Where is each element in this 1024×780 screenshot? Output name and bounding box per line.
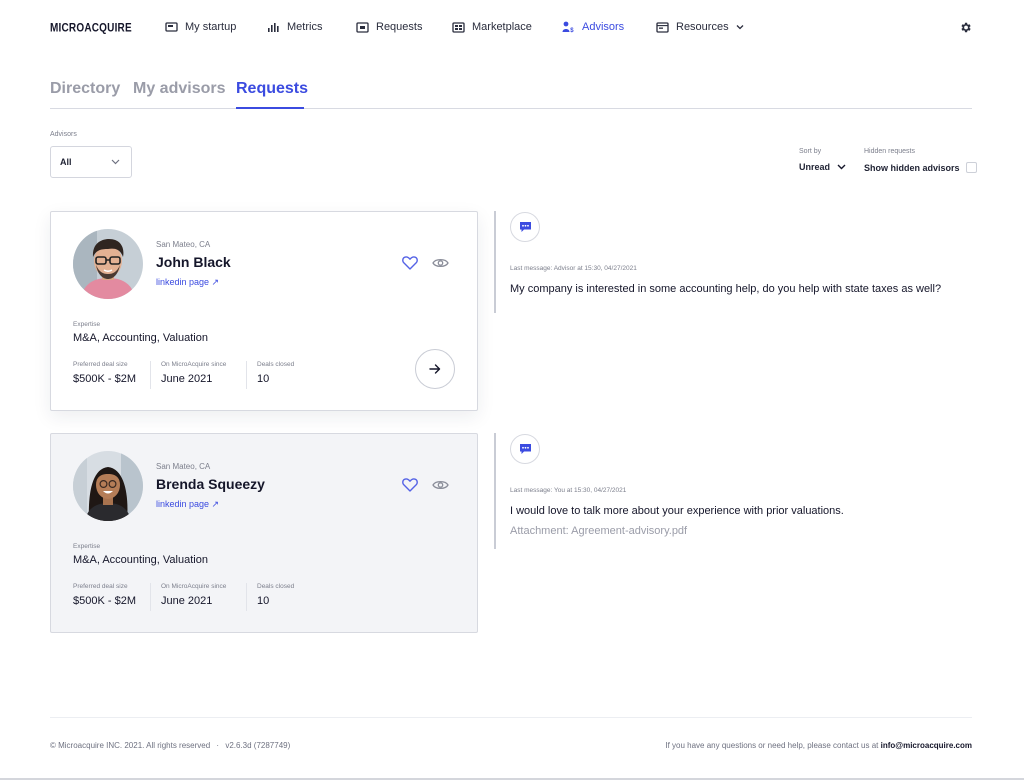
hidden-requests-label: Hidden requests <box>864 148 915 155</box>
advisor-location: San Mateo, CA <box>156 240 211 249</box>
eye-icon[interactable] <box>432 479 449 491</box>
advisors-filter-label: Advisors <box>50 131 77 138</box>
tab-directory[interactable]: Directory <box>50 80 120 98</box>
nav-label: Marketplace <box>472 21 532 33</box>
stat-value: $500K - $2M <box>73 595 136 607</box>
nav-label: Metrics <box>287 21 323 33</box>
advisor-card[interactable]: San Mateo, CA Brenda Squeezy linkedin pa… <box>50 433 478 633</box>
last-message-meta: Last message: You at 15:30, 04/27/2021 <box>510 487 627 494</box>
stat-value: June 2021 <box>161 595 213 607</box>
stat-member-since: On MicroAcquire since June 2021 <box>150 361 226 389</box>
grid-icon <box>452 21 465 33</box>
advisor-tabs: Directory My advisors Requests <box>50 76 972 109</box>
tab-requests[interactable]: Requests <box>236 80 308 98</box>
nav-marketplace[interactable]: Marketplace <box>452 21 532 33</box>
stat-value: 10 <box>257 595 270 607</box>
message-divider <box>494 433 496 549</box>
last-message-text: I would love to talk more about your exp… <box>510 505 844 517</box>
attachment-link[interactable]: Attachment: Agreement-advisory.pdf <box>510 525 687 537</box>
nav-my-startup[interactable]: My startup <box>165 21 236 33</box>
nav-advisors[interactable]: $ Advisors <box>562 21 624 33</box>
stat-member-since: On MicroAcquire since June 2021 <box>150 583 226 611</box>
stat-deals-closed: Deals closed 10 <box>246 361 294 389</box>
expertise-value: M&A, Accounting, Valuation <box>73 554 208 566</box>
expertise-label: Expertise <box>73 543 101 550</box>
gear-icon[interactable] <box>959 21 972 34</box>
show-hidden-label: Show hidden advisors <box>864 162 960 173</box>
message-divider <box>494 211 496 313</box>
logo[interactable]: MICROACQUIRE <box>50 22 132 35</box>
stat-label: On MicroAcquire since <box>161 361 227 368</box>
stat-label: Preferred deal size <box>73 583 128 590</box>
support-email-link[interactable]: info@microacquire.com <box>881 741 972 750</box>
advisor-name: John Black <box>156 254 231 270</box>
show-hidden-checkbox[interactable] <box>965 162 977 173</box>
linkedin-link[interactable]: linkedin page ↗ <box>156 499 219 510</box>
stat-deal-size: Preferred deal size $500K - $2M <box>73 583 136 611</box>
nav-requests[interactable]: Requests <box>356 21 422 33</box>
stat-value: $500K - $2M <box>73 373 136 385</box>
svg-text:$: $ <box>570 28 574 33</box>
nav-label: Advisors <box>582 21 625 33</box>
footer-help: If you have any questions or need help, … <box>665 741 972 750</box>
stat-value: June 2021 <box>161 373 213 385</box>
open-conversation-button[interactable] <box>415 349 455 389</box>
help-text: If you have any questions or need help, … <box>665 741 879 750</box>
stat-label: On MicroAcquire since <box>161 583 227 590</box>
stat-deals-closed: Deals closed 10 <box>246 583 294 611</box>
chat-button[interactable] <box>510 212 540 242</box>
inbox-icon <box>356 21 369 33</box>
tab-my-advisors[interactable]: My advisors <box>133 80 225 98</box>
advisor-name: Brenda Squeezy <box>156 476 265 492</box>
footer-separator: · <box>216 741 220 750</box>
expertise-label: Expertise <box>73 321 101 328</box>
browser-icon <box>656 21 669 33</box>
advisor-card[interactable]: San Mateo, CA John Black linkedin page ↗… <box>50 211 478 411</box>
nav-metrics[interactable]: Metrics <box>268 21 322 33</box>
sort-dropdown[interactable]: Unread <box>799 162 846 172</box>
advisor-dollar-icon: $ <box>562 21 574 33</box>
stat-label: Deals closed <box>257 583 295 590</box>
heart-icon[interactable] <box>402 256 418 270</box>
chat-bubble-icon <box>519 444 531 454</box>
chevron-down-icon <box>111 159 120 165</box>
bars-icon <box>268 23 279 32</box>
avatar <box>73 229 143 299</box>
linkedin-link[interactable]: linkedin page ↗ <box>156 277 219 288</box>
stat-deal-size: Preferred deal size $500K - $2M <box>73 361 136 389</box>
chat-bubble-icon <box>519 222 531 232</box>
heart-icon[interactable] <box>402 478 418 492</box>
arrow-right-icon <box>429 364 441 374</box>
footer-divider <box>50 717 972 718</box>
stat-label: Deals closed <box>257 361 295 368</box>
nav-label: Resources <box>676 21 729 33</box>
eye-icon[interactable] <box>432 257 449 269</box>
show-hidden-toggle[interactable]: Show hidden advisors <box>864 162 977 173</box>
stat-value: 10 <box>257 373 270 385</box>
expertise-value: M&A, Accounting, Valuation <box>73 332 208 344</box>
nav-label: My startup <box>185 21 237 33</box>
last-message-meta: Last message: Advisor at 15:30, 04/27/20… <box>510 265 637 272</box>
advisors-filter-select[interactable]: All <box>50 146 132 178</box>
sort-value: Unread <box>799 162 831 172</box>
footer-copyright: © Microacquire INC. 2021. All rights res… <box>50 741 290 750</box>
advisors-filter-value: All <box>60 157 72 167</box>
last-message-text: My company is interested in some account… <box>510 283 942 295</box>
top-navigation: MICROACQUIRE My startup Metrics Requests… <box>0 0 1024 58</box>
nav-label: Requests <box>376 21 423 33</box>
nav-resources[interactable]: Resources <box>656 21 744 33</box>
laptop-icon <box>165 21 178 32</box>
avatar <box>73 451 143 521</box>
sort-label: Sort by <box>799 148 822 155</box>
chevron-down-icon <box>736 25 744 30</box>
version-text: v2.6.3d (7287749) <box>225 741 291 750</box>
chat-button[interactable] <box>510 434 540 464</box>
chevron-down-icon <box>837 164 846 170</box>
copyright-text: © Microacquire INC. 2021. All rights res… <box>50 741 211 750</box>
active-tab-indicator <box>236 107 304 109</box>
stat-label: Preferred deal size <box>73 361 128 368</box>
advisor-location: San Mateo, CA <box>156 462 211 471</box>
